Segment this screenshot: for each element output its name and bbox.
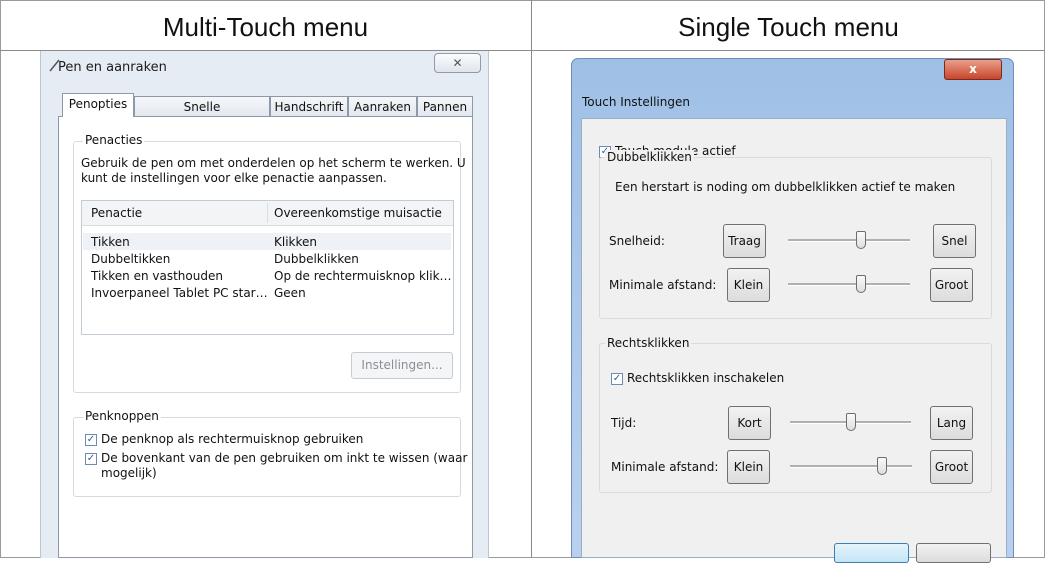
list-item[interactable]: Geen — [274, 286, 306, 300]
ok-button[interactable] — [834, 543, 909, 563]
touch-dialog-title: Touch Instellingen — [582, 95, 690, 109]
close-button[interactable]: x — [944, 59, 1002, 80]
rechts-groot-button[interactable]: Groot — [930, 450, 973, 484]
list-item[interactable]: Dubbeltikken — [91, 252, 170, 266]
rechtsklikken-enable-label: Rechtsklikken inschakelen — [627, 371, 785, 385]
selected-row-highlight — [83, 233, 451, 250]
rechtsklikken-legend: Rechtsklikken — [605, 336, 692, 350]
tab-pannen[interactable]: Pannen — [417, 96, 473, 117]
list-item[interactable]: Invoerpaneel Tablet PC star… — [91, 286, 268, 300]
restart-note: Een herstart is noding om dubbelklikken … — [615, 180, 956, 194]
rechts-afstand-slider-track[interactable] — [790, 465, 912, 468]
tab-aanraken[interactable]: Aanraken — [348, 96, 417, 117]
tijd-slider-thumb[interactable] — [845, 413, 856, 431]
penknop-checkbox[interactable]: ✓ — [85, 434, 97, 446]
column-separator[interactable] — [267, 203, 268, 223]
kort-button[interactable]: Kort — [728, 406, 771, 440]
cancel-button[interactable] — [916, 543, 991, 563]
snelheid-label: Snelheid: — [609, 234, 665, 248]
instellingen-button[interactable]: Instellingen... — [351, 352, 453, 379]
single-touch-heading: Single Touch menu — [678, 12, 899, 42]
penacties-legend: Penacties — [83, 133, 145, 147]
tab-penopties[interactable]: Penopties — [62, 93, 134, 117]
rechts-afstand-label: Minimale afstand: — [611, 460, 719, 474]
list-item[interactable]: Tikken en vasthouden — [91, 269, 223, 283]
close-icon: x — [969, 62, 977, 76]
rechts-afstand-slider-thumb[interactable] — [876, 457, 887, 475]
tab-snelle-penbewegingen[interactable]: Snelle penbewegingen — [134, 96, 270, 134]
close-button[interactable]: ✕ — [434, 53, 481, 73]
penknop-checkbox-label: De penknop als rechtermuisknop gebruiken — [101, 432, 364, 446]
list-item[interactable]: Op de rechtermuisknop klik… — [274, 269, 452, 283]
multi-touch-heading: Multi-Touch menu — [162, 12, 369, 42]
dubbel-afstand-slider-thumb[interactable] — [856, 275, 867, 293]
tab-handschrift[interactable]: Handschrift — [270, 96, 348, 117]
lang-button[interactable]: Lang — [930, 406, 973, 440]
checkmark-icon: ✓ — [86, 434, 96, 445]
rechts-klein-button[interactable]: Klein — [727, 450, 770, 484]
snelheid-slider-track[interactable] — [788, 239, 910, 242]
penacties-description-line1: Gebruik de pen om met onderdelen op het … — [81, 156, 466, 170]
close-icon: ✕ — [452, 56, 463, 70]
dubbel-afstand-slider-track[interactable] — [788, 283, 910, 286]
dubbelklikken-legend: Dubbelklikken — [605, 150, 694, 164]
penknoppen-legend: Penknoppen — [83, 409, 161, 423]
eraser-checkbox[interactable]: ✓ — [85, 453, 97, 465]
column-header-muisactie[interactable]: Overeenkomstige muisactie — [274, 206, 442, 220]
snelheid-slider-thumb[interactable] — [856, 231, 867, 249]
column-divider — [531, 0, 532, 558]
traag-button[interactable]: Traag — [723, 224, 766, 258]
list-item[interactable]: Dubbelklikken — [274, 252, 359, 266]
eraser-checkbox-label-line2: mogelijk) — [101, 466, 157, 480]
tijd-label: Tijd: — [611, 416, 637, 430]
eraser-checkbox-label-line1: De bovenkant van de pen gebruiken om ink… — [101, 451, 468, 465]
list-item[interactable]: Klikken — [274, 235, 317, 249]
checkmark-icon: ✓ — [612, 373, 622, 384]
rechtsklikken-checkbox[interactable]: ✓ — [611, 373, 623, 385]
dubbel-klein-button[interactable]: Klein — [727, 268, 770, 302]
penacties-description-line2: kunt de instellingen voor elke penactie … — [81, 171, 387, 185]
dubbel-afstand-label: Minimale afstand: — [609, 278, 717, 292]
pen-dialog-title: Pen en aanraken — [58, 60, 167, 75]
snel-button[interactable]: Snel — [933, 224, 976, 258]
list-item[interactable]: Tikken — [91, 235, 130, 249]
dubbel-groot-button[interactable]: Groot — [930, 268, 973, 302]
checkmark-icon: ✓ — [86, 453, 96, 464]
column-header-penactie[interactable]: Penactie — [91, 206, 142, 220]
